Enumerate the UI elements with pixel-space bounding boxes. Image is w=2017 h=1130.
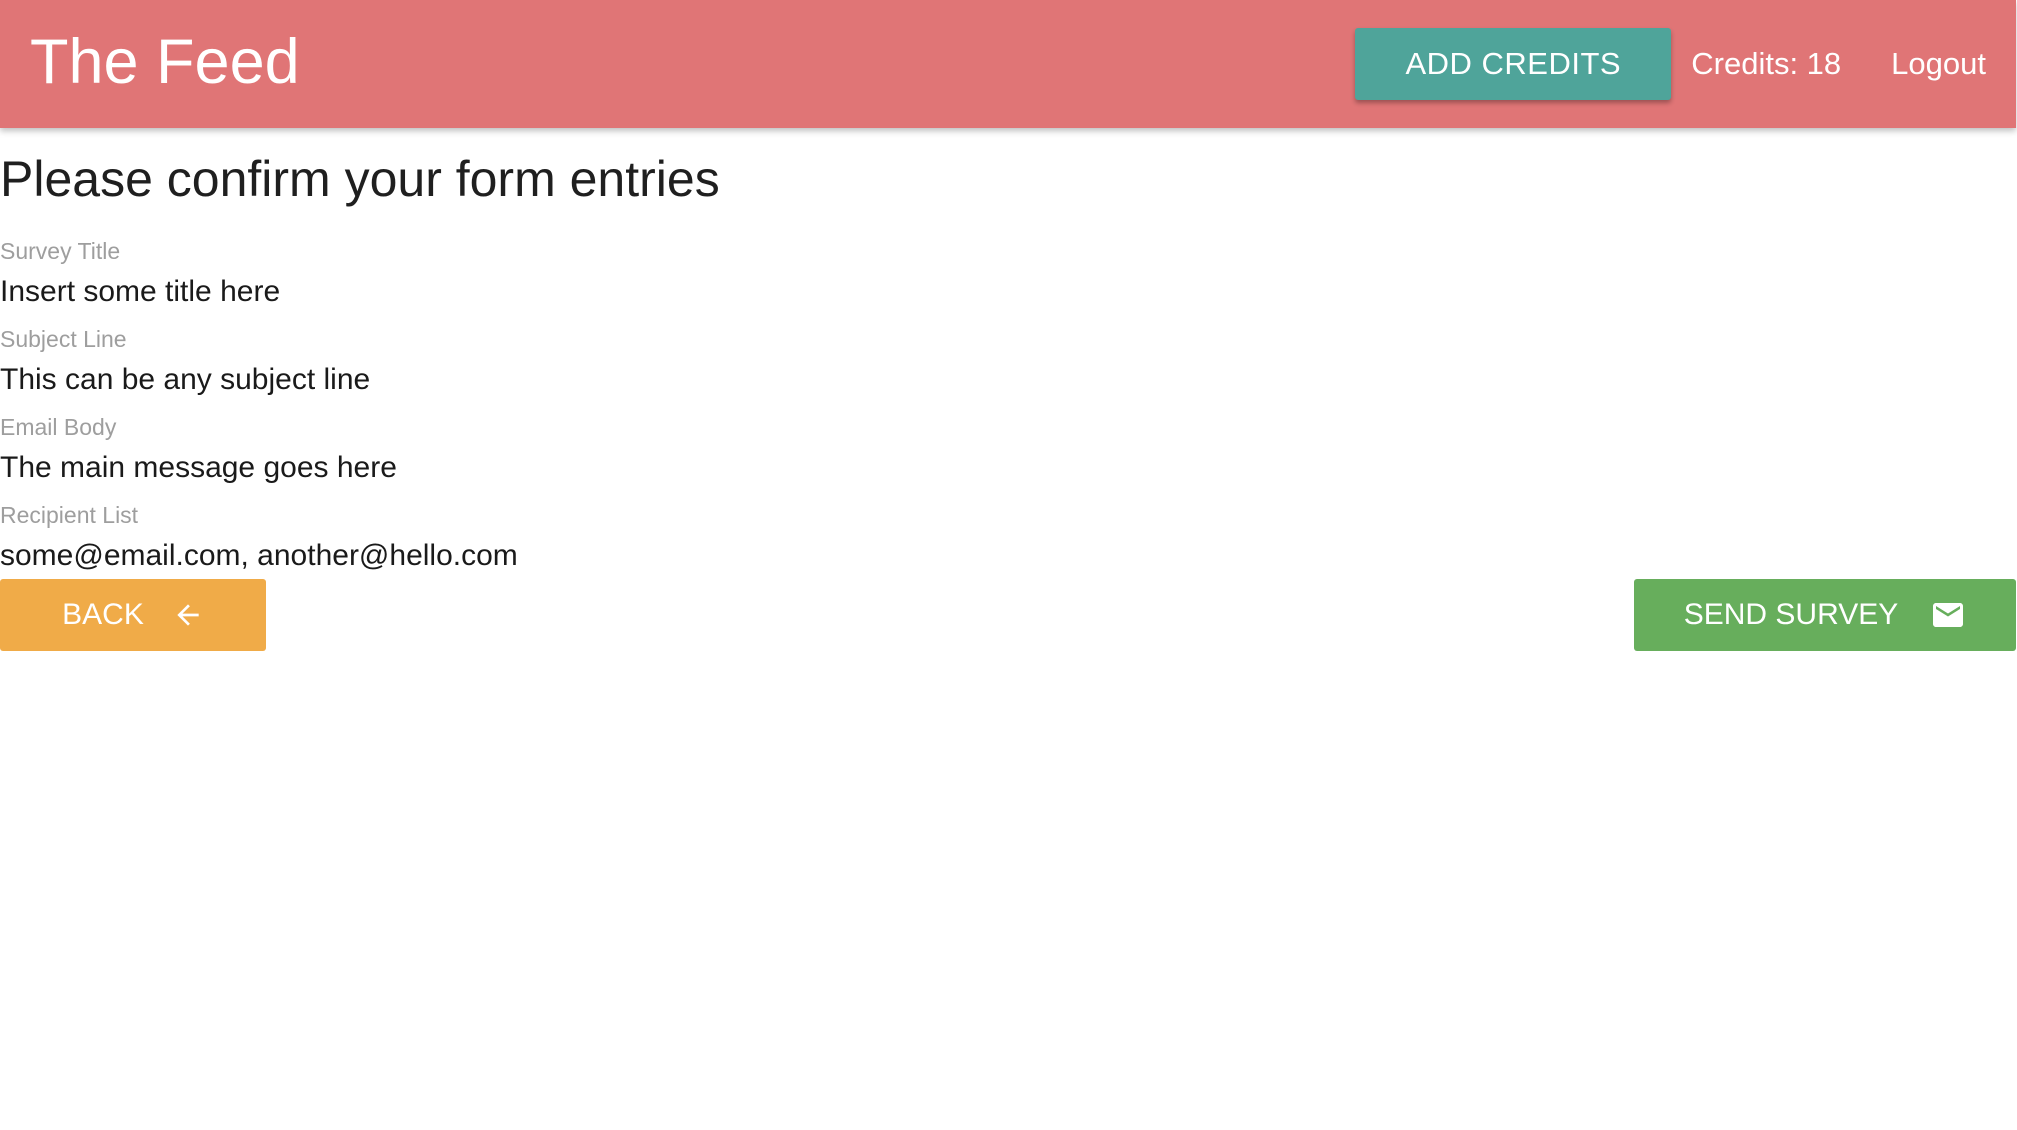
brand-logo-link[interactable]: The Feed [30, 24, 300, 100]
subject-line-entry: Subject Line This can be any subject lin… [0, 320, 1200, 408]
survey-title-label: Survey Title [0, 238, 121, 264]
survey-title-entry: Survey Title Insert some title here [0, 232, 1200, 320]
logout-link[interactable]: Logout [1891, 46, 1986, 82]
recipient-list-value: some@email.com, another@hello.com [0, 539, 518, 572]
subject-line-label: Subject Line [0, 326, 127, 352]
email-body-label: Email Body [0, 414, 117, 440]
form-review-list: Survey Title Insert some title here Subj… [0, 232, 1200, 584]
arrow-back-icon [172, 599, 204, 631]
email-body-entry: Email Body The main message goes here [0, 408, 1200, 496]
subject-line-value: This can be any subject line [0, 363, 371, 396]
recipient-list-entry: Recipient List some@email.com, another@h… [0, 496, 1200, 584]
email-icon [1930, 597, 1966, 633]
back-button[interactable]: BACK [0, 579, 266, 651]
send-survey-button-label: SEND SURVEY [1683, 598, 1899, 631]
survey-title-value: Insert some title here [0, 275, 281, 308]
nav-right-group: ADD CREDITS Credits: 18 Logout [1355, 0, 1986, 128]
send-survey-button[interactable]: SEND SURVEY [1634, 579, 2016, 651]
email-body-value: The main message goes here [0, 451, 397, 484]
add-credits-button[interactable]: ADD CREDITS [1355, 28, 1672, 100]
credits-count: Credits: 18 [1691, 46, 1842, 81]
page-title: Please confirm your form entries [0, 151, 720, 207]
top-navbar: The Feed ADD CREDITS Credits: 18 Logout [0, 0, 2016, 128]
recipient-list-label: Recipient List [0, 502, 139, 528]
back-button-label: BACK [62, 598, 144, 631]
